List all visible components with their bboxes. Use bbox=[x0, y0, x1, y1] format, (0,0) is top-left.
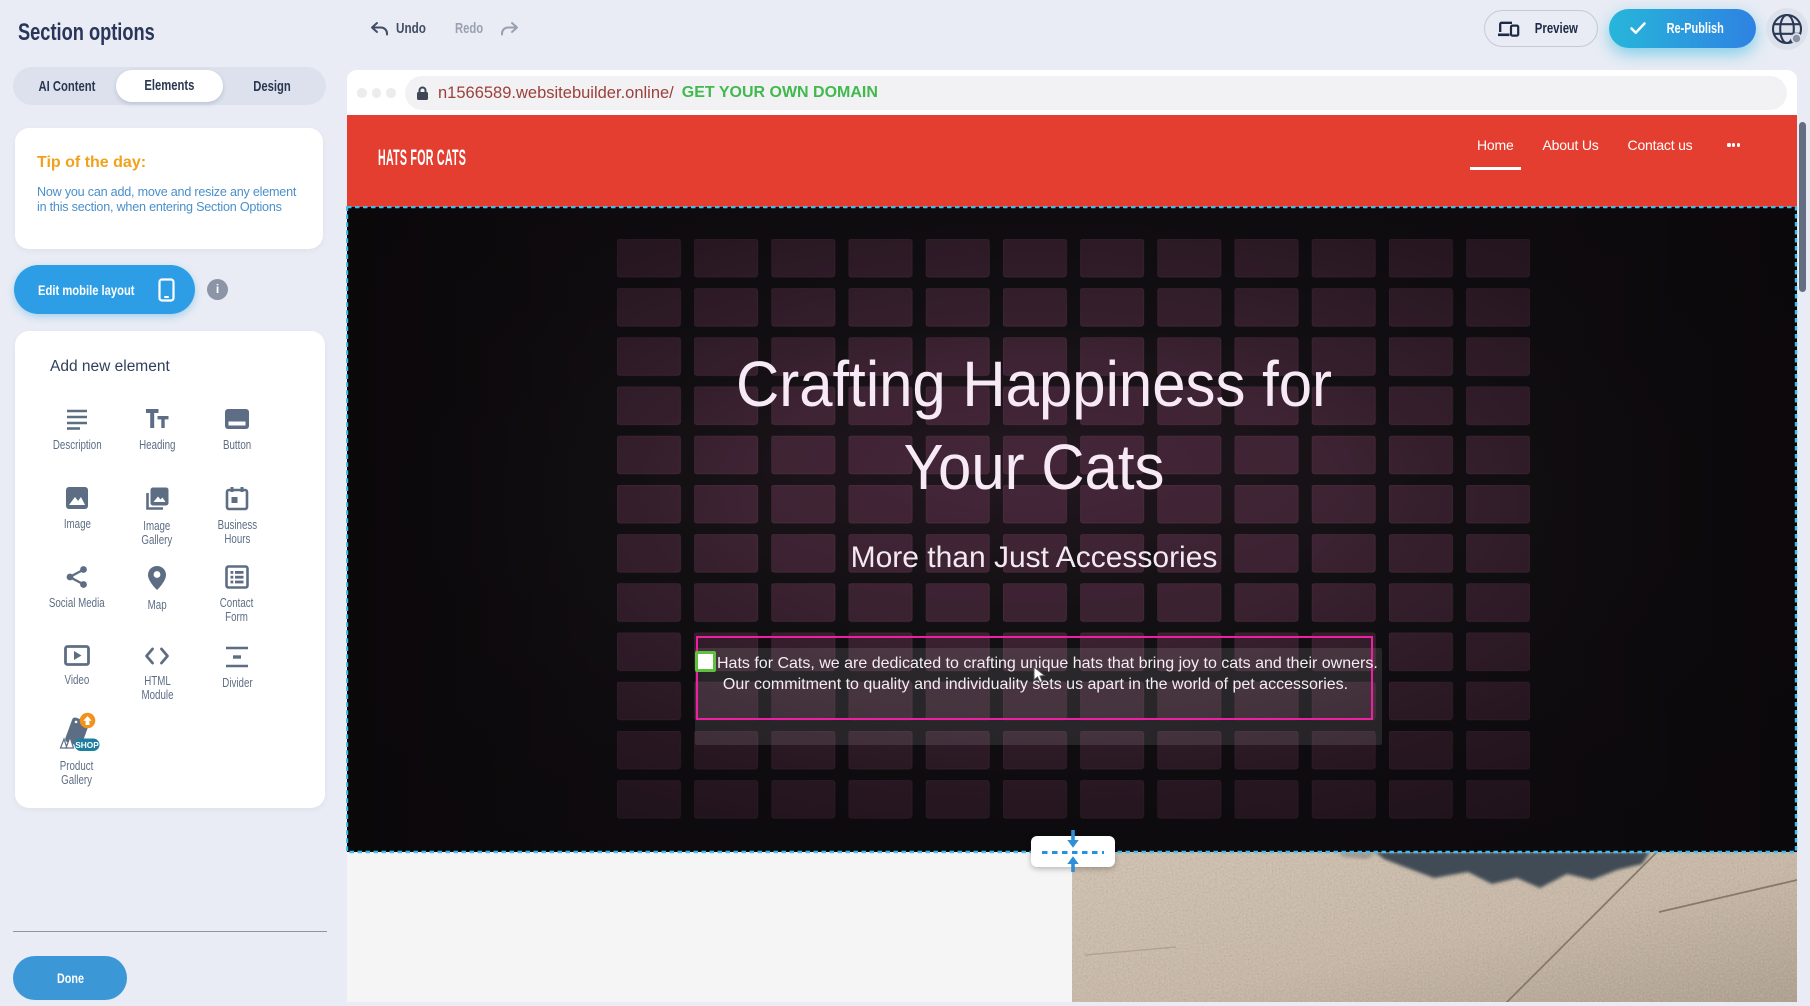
svg-text:SHOP: SHOP bbox=[75, 740, 99, 750]
